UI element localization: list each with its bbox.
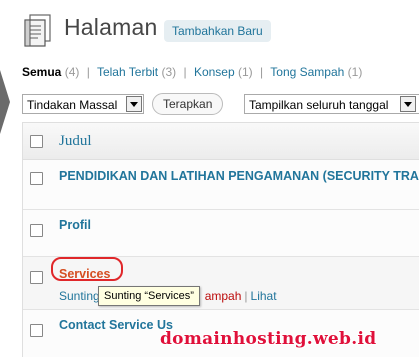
pages-table: Judul PENDIDIKAN DAN LATIHAN PENGAMANAN … (22, 122, 419, 357)
row-checkbox[interactable] (30, 324, 43, 337)
table-row: Profil (23, 210, 419, 257)
filter-published-count: (3) (161, 65, 177, 79)
row-checkbox[interactable] (30, 271, 43, 284)
row-action-separator: | (244, 289, 248, 303)
tooltip: Sunting “Services” (98, 286, 200, 306)
pages-screen: Halaman Tambahkan Baru Semua (4) | Telah… (0, 0, 419, 357)
edit-link[interactable]: Sunting (59, 289, 100, 303)
filter-separator: | (260, 65, 264, 79)
chevron-down-icon[interactable] (126, 96, 142, 112)
page-title-link[interactable]: Profil (59, 218, 91, 232)
filter-separator: | (183, 65, 187, 79)
column-header-title[interactable]: Judul (59, 133, 92, 150)
bulk-actions-select[interactable]: Tindakan Massal (22, 94, 144, 114)
page-title-link[interactable]: PENDIDIKAN DAN LATIHAN PENGAMANAN (SECUR… (59, 169, 419, 183)
page-title-link[interactable]: Contact Service Us (59, 318, 173, 332)
page-title: Halaman (64, 14, 158, 40)
filter-published-link[interactable]: Telah Terbit (97, 65, 158, 79)
row-checkbox[interactable] (30, 172, 43, 185)
table-row: PENDIDIKAN DAN LATIHAN PENGAMANAN (SECUR… (23, 160, 419, 210)
filter-draft-count: (1) (238, 65, 253, 79)
bulk-actions-value: Tindakan Massal (27, 98, 118, 112)
date-filter-value: Tampilkan seluruh tanggal (249, 98, 389, 112)
filter-all-link[interactable]: Semua (22, 65, 61, 79)
pages-icon (24, 14, 51, 47)
highlight-circle (51, 257, 123, 281)
watermark-text: domainhosting.web.id (160, 329, 377, 349)
select-all-checkbox[interactable] (30, 135, 43, 148)
trash-link[interactable]: ampah (205, 289, 242, 303)
filter-trash-link[interactable]: Tong Sampah (270, 65, 344, 79)
add-new-button[interactable]: Tambahkan Baru (164, 20, 271, 42)
view-link[interactable]: Lihat (251, 289, 277, 303)
row-checkbox[interactable] (30, 224, 43, 237)
filter-trash-count: (1) (347, 65, 363, 79)
status-filter-links: Semua (4) | Telah Terbit (3) | Konsep (1… (22, 65, 362, 79)
filter-draft-link[interactable]: Konsep (194, 65, 235, 79)
chevron-down-icon[interactable] (400, 96, 416, 112)
apply-button[interactable]: Terapkan (152, 93, 224, 115)
filter-separator: | (86, 65, 90, 79)
table-header-row: Judul (23, 123, 419, 160)
left-edge-arrow (0, 70, 10, 134)
date-filter-select[interactable]: Tampilkan seluruh tanggal (244, 94, 419, 114)
filter-all-count: (4) (64, 65, 80, 79)
